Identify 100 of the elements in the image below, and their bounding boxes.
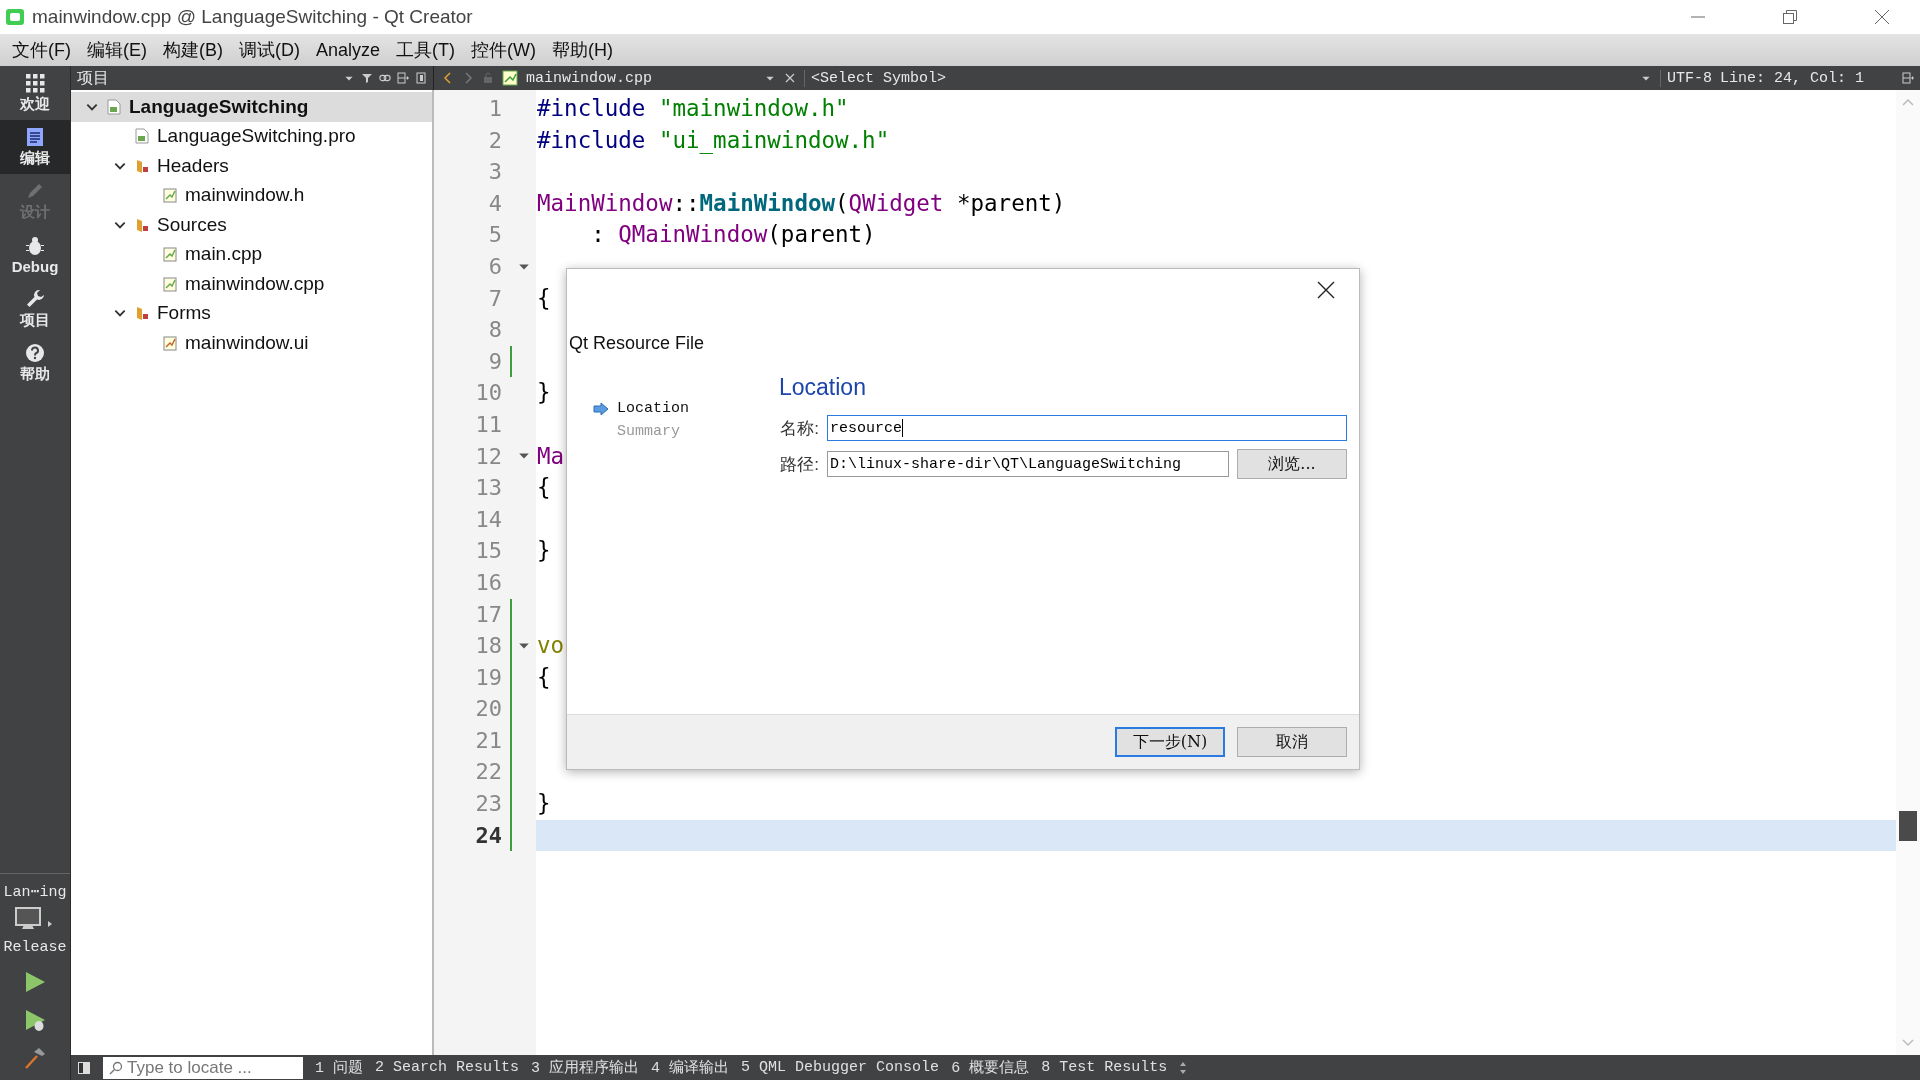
text-field[interactable]: D:\linux-share-dir\QT\LanguageSwitching [827, 451, 1229, 477]
menu-item[interactable]: 控件(W) [463, 38, 544, 62]
line-number: 16 [474, 568, 502, 597]
output-tab[interactable]: 4 编译输出 [651, 1058, 730, 1077]
browse-button[interactable]: 浏览... [1237, 449, 1347, 479]
line-number: 23 [474, 790, 502, 819]
run-icon[interactable] [23, 970, 47, 994]
text-field[interactable]: resource [827, 415, 1347, 441]
code-line: #include "ui_mainwindow.h" [537, 125, 890, 156]
code-line: : QMainWindow(parent) [590, 220, 876, 250]
tree-item[interactable]: Sources [71, 210, 432, 240]
line-number: 19 [474, 663, 502, 692]
folder-icon [135, 305, 149, 322]
build-config-label: Release [3, 939, 67, 956]
document-icon [25, 126, 45, 147]
code-line: } [537, 789, 551, 819]
project-label: Lan⋯ing [3, 883, 67, 901]
mode-button[interactable]: 项目 [0, 282, 70, 336]
line-number: 6 [487, 252, 502, 281]
mode-button[interactable]: Debug [0, 228, 70, 282]
code-line: #include "mainwindow.h" [537, 94, 849, 123]
restore-icon[interactable] [1782, 9, 1798, 25]
lock-icon [482, 72, 494, 84]
filter-icon[interactable] [361, 72, 373, 84]
output-tab[interactable]: 1 问题 [315, 1058, 363, 1077]
menu-item[interactable]: 调试(D) [231, 38, 308, 62]
tree-item[interactable]: LanguageSwitching [71, 92, 432, 122]
encoding-label[interactable]: UTF-8 [1659, 69, 1712, 87]
tree-item[interactable]: Forms [71, 298, 432, 328]
menu-item[interactable]: 帮助(H) [544, 38, 621, 62]
line-number: 21 [474, 726, 502, 755]
close-icon[interactable] [1317, 281, 1335, 299]
line-number: 17 [474, 600, 502, 629]
file-icon [163, 246, 177, 263]
code-line: { [537, 473, 551, 503]
menu-item[interactable]: 工具(T) [388, 38, 463, 62]
debug-run-icon[interactable] [23, 1008, 47, 1032]
output-tab[interactable]: 2 Search Results [375, 1059, 520, 1076]
page-heading: Location [779, 374, 866, 401]
cursor-position[interactable]: Line: 24, Col: 1 [1719, 69, 1864, 87]
next-button[interactable]: 下一步(N) [1115, 727, 1225, 757]
folder-icon [135, 216, 149, 233]
menu-item[interactable]: Analyze [308, 39, 389, 61]
cancel-button[interactable]: 取消 [1237, 727, 1347, 757]
file-selector[interactable]: mainwindow.cpp [526, 69, 756, 87]
symbol-selector[interactable]: <Select Symbol> [804, 69, 947, 87]
line-number: 8 [487, 316, 502, 345]
code-line: } [537, 378, 551, 408]
line-number: 11 [474, 410, 502, 439]
file-icon [163, 275, 177, 292]
scrollbar[interactable] [1896, 90, 1920, 1055]
file-icon [163, 187, 177, 204]
file-icon [163, 334, 177, 351]
output-tab[interactable]: 6 概要信息 [951, 1058, 1030, 1077]
code-line: Ma [537, 441, 565, 471]
mode-button[interactable]: 帮助 [0, 336, 70, 390]
menu-item[interactable]: 文件(F) [4, 38, 79, 62]
tree-item[interactable]: main.cpp [71, 239, 432, 269]
tree-item[interactable]: mainwindow.cpp [71, 269, 432, 299]
line-number: 15 [474, 537, 502, 566]
folder-icon [135, 157, 149, 174]
wrench-icon [25, 288, 45, 309]
split-icon[interactable] [1902, 72, 1914, 84]
menu-item[interactable]: 构建(B) [155, 38, 231, 62]
mode-button[interactable]: 欢迎 [0, 66, 70, 120]
dialog-title: Qt Resource File [569, 333, 705, 354]
tree-item[interactable]: Headers [71, 151, 432, 181]
split-icon[interactable] [397, 72, 409, 84]
field-label: 路径: [779, 453, 819, 476]
code-line: MainWindow::MainWindow(QWidget *parent) [537, 188, 1066, 218]
window-title: mainwindow.cpp @ LanguageSwitching - Qt Creator [32, 6, 473, 28]
help-icon [25, 342, 45, 363]
line-number: 4 [487, 189, 502, 218]
file-icon [502, 70, 518, 86]
link-icon[interactable] [379, 72, 391, 84]
code-line: { [537, 662, 551, 692]
bug-icon [25, 235, 45, 256]
line-number: 5 [487, 221, 502, 250]
scrollbar-thumb[interactable] [1899, 811, 1917, 841]
mode-button[interactable]: 编辑 [0, 120, 70, 174]
back-icon[interactable] [442, 72, 454, 84]
close-pane-icon[interactable] [415, 72, 427, 84]
output-tab[interactable]: 3 应用程序输出 [531, 1058, 640, 1077]
sidebar-toggle-icon[interactable] [77, 1060, 91, 1075]
pane-title: 项目 [77, 67, 109, 88]
tree-item[interactable]: mainwindow.ui [71, 328, 432, 358]
tree-item[interactable]: LanguageSwitching.pro [71, 121, 432, 151]
output-tab[interactable]: 5 QML Debugger Console [741, 1059, 940, 1076]
hammer-icon[interactable] [23, 1046, 47, 1070]
up-down-icon[interactable] [1179, 1060, 1188, 1075]
file-icon [107, 98, 121, 115]
locator-field[interactable]: Type to locate ... [103, 1056, 303, 1079]
tree-item[interactable]: mainwindow.h [71, 180, 432, 210]
line-number: 3 [487, 158, 502, 187]
field-label: 名称: [779, 417, 819, 440]
grid-icon [25, 72, 45, 93]
line-number: 9 [487, 347, 502, 376]
menu-item[interactable]: 编辑(E) [79, 38, 155, 62]
output-tab[interactable]: 8 Test Results [1041, 1059, 1168, 1076]
line-number: 22 [474, 758, 502, 787]
